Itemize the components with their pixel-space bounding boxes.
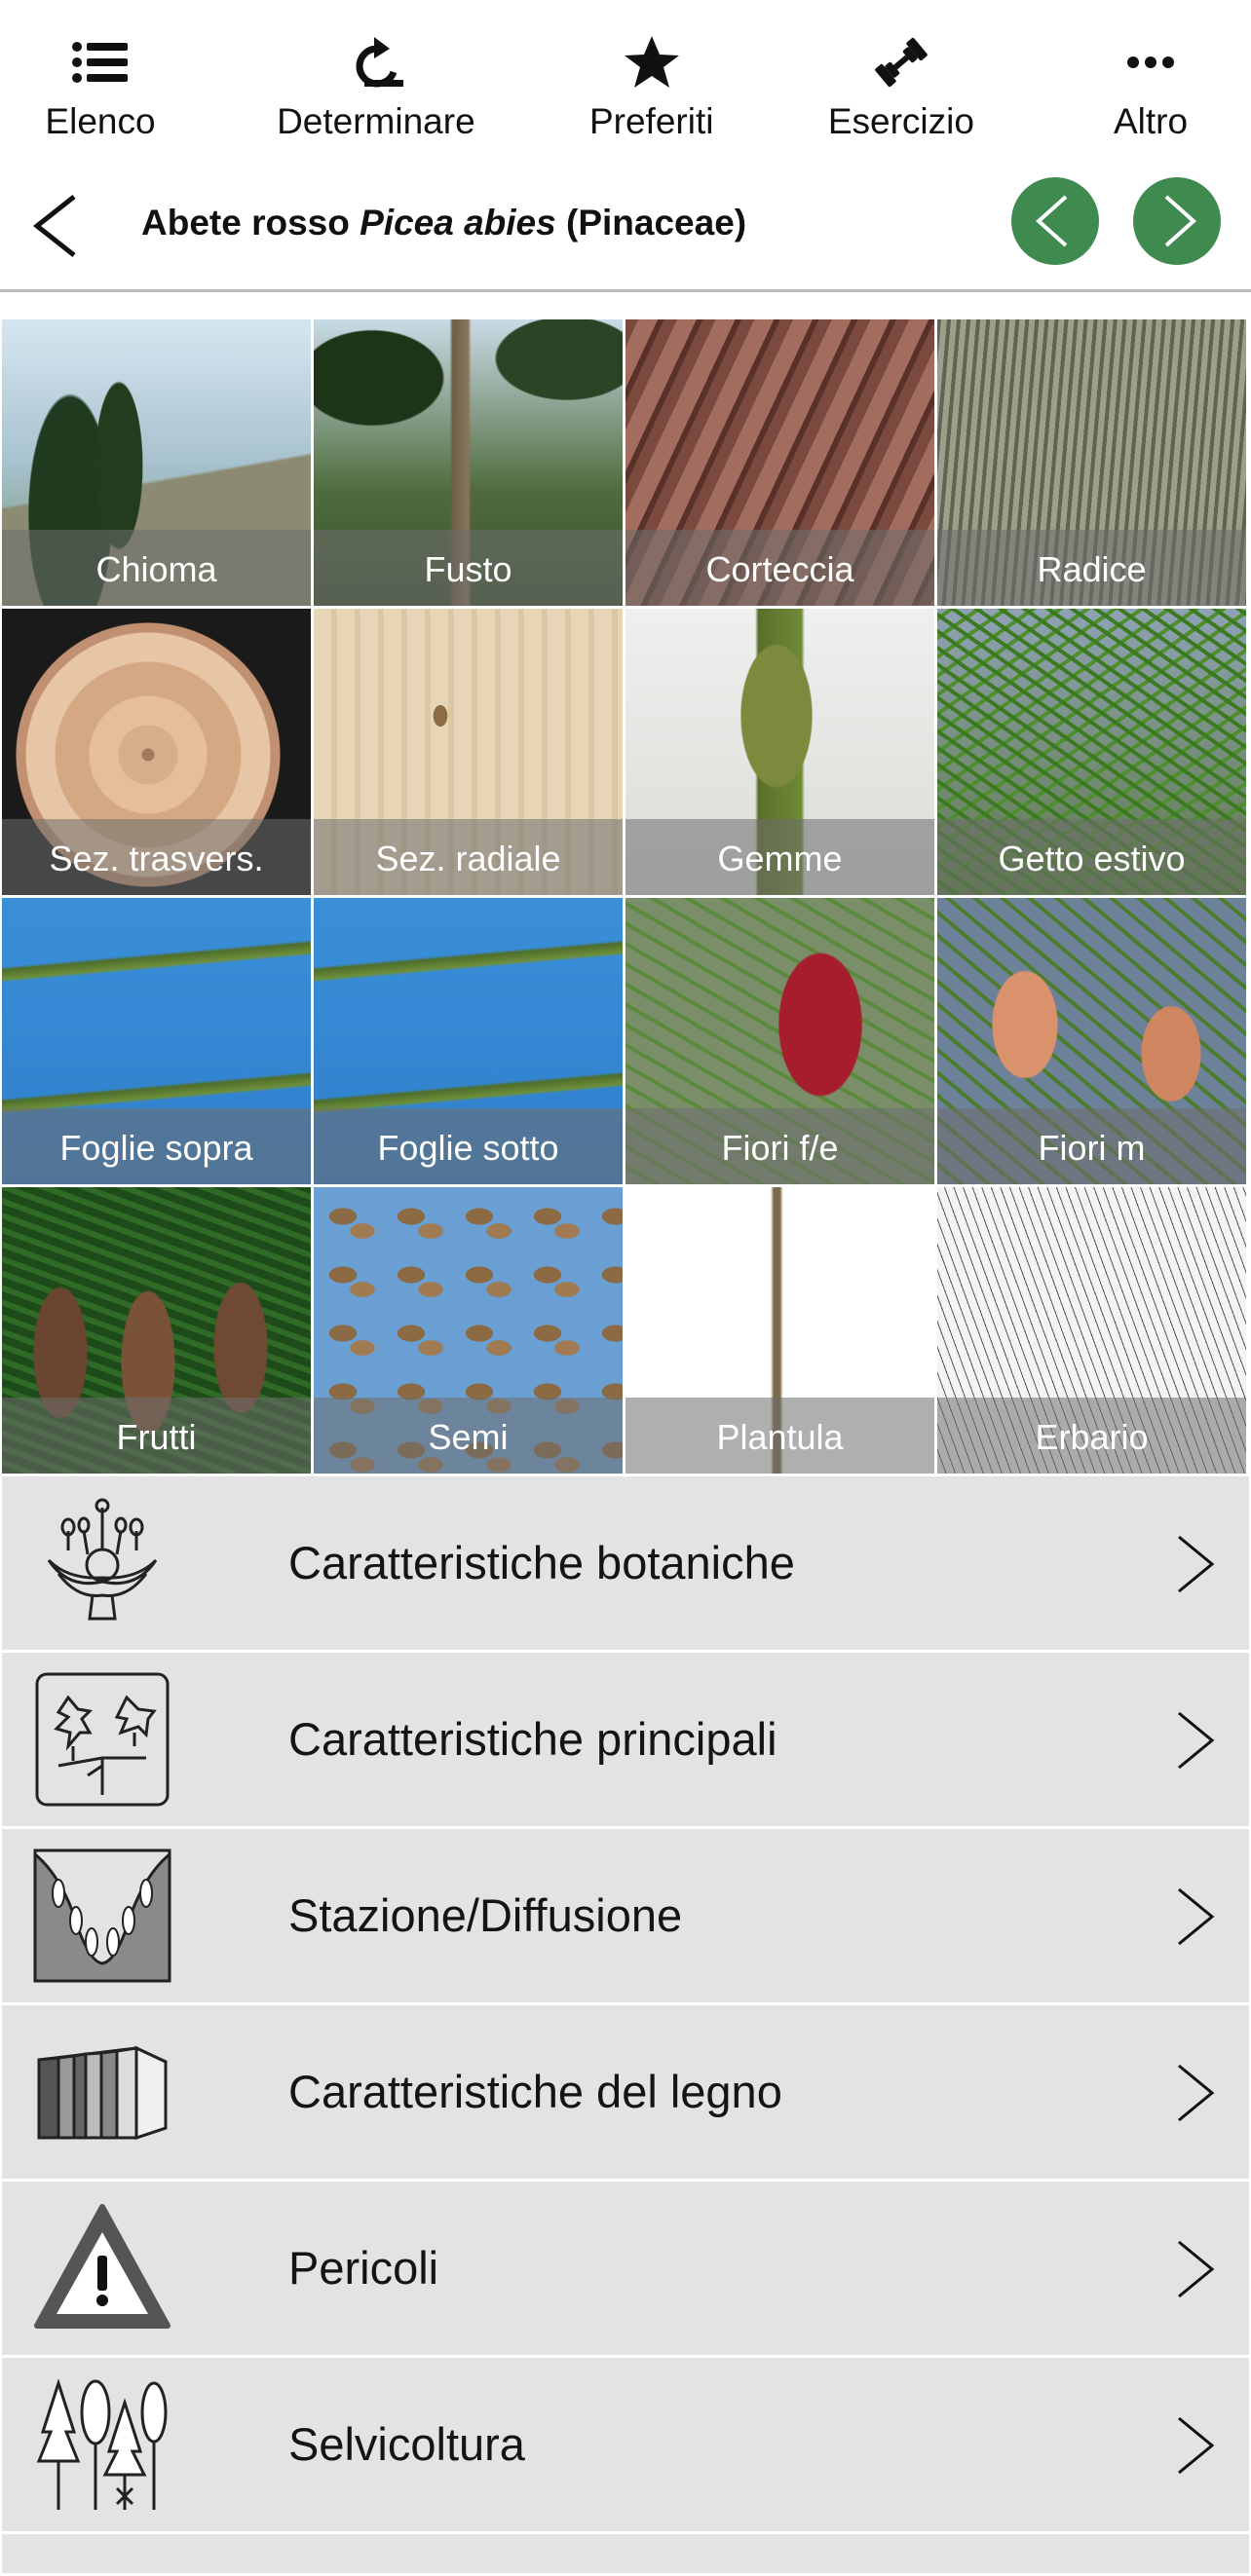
section-label: Caratteristiche del legno [288, 2066, 782, 2117]
gallery-tile-foglie-sotto[interactable]: Foglie sotto [314, 898, 623, 1184]
chevron-right-icon [1164, 195, 1197, 247]
tile-caption: Frutti [2, 1398, 311, 1474]
more-icon [1127, 56, 1174, 68]
photo-gallery: Chioma Fusto Corteccia Radice Sez. trasv… [2, 319, 1249, 1474]
gallery-tile-gemme[interactable]: Gemme [626, 609, 934, 895]
gallery-tile-erbario[interactable]: Erbario [937, 1187, 1246, 1474]
scientific-name: Picea abies [360, 203, 556, 243]
gallery-tile-getto-estivo[interactable]: Getto estivo [937, 609, 1246, 895]
top-toolbar: Elenco Determinare Preferiti Esercizio A… [0, 0, 1251, 156]
tile-caption: Foglie sotto [314, 1108, 623, 1184]
section-selvicoltura[interactable]: Selvicoltura [2, 2358, 1249, 2531]
chevron-right-icon [1178, 1535, 1215, 1593]
chevron-right-icon [1178, 2416, 1215, 2475]
tab-altro[interactable]: Altro [1078, 0, 1224, 142]
trees-icon [36, 2378, 168, 2510]
tile-caption: Plantula [626, 1398, 934, 1474]
gallery-tile-frutti[interactable]: Frutti [2, 1187, 311, 1474]
section-label: Pericoli [288, 2242, 439, 2294]
flower-diagram-icon [47, 1498, 158, 1621]
chevron-left-icon [32, 195, 76, 257]
gallery-tile-sez-trasvers[interactable]: Sez. trasvers. [2, 609, 311, 895]
gallery-tile-radice[interactable]: Radice [937, 319, 1246, 606]
gallery-tile-chioma[interactable]: Chioma [2, 319, 311, 606]
section-caratteristiche-botaniche[interactable]: Caratteristiche botaniche [2, 1476, 1249, 1650]
tile-caption: Fusto [314, 530, 623, 606]
tab-preferiti[interactable]: Preferiti [579, 0, 725, 142]
gallery-tile-fiori-fe[interactable]: Fiori f/e [626, 898, 934, 1184]
gallery-tile-semi[interactable]: Semi [314, 1187, 623, 1474]
tile-caption: Gemme [626, 819, 934, 895]
tile-caption: Sez. radiale [314, 819, 623, 895]
back-button[interactable] [27, 191, 86, 261]
previous-species-button[interactable] [1011, 177, 1099, 265]
valley-icon [33, 1848, 171, 1983]
section-pericoli[interactable]: Pericoli [2, 2182, 1249, 2355]
star-icon [624, 36, 679, 88]
chevron-right-icon [1178, 1887, 1215, 1946]
tile-caption: Radice [937, 530, 1246, 606]
warning-icon [34, 2204, 171, 2329]
tile-caption: Getto estivo [937, 819, 1246, 895]
leaves-icon [35, 1672, 170, 1807]
tab-label: Esercizio [827, 101, 974, 141]
chevron-right-icon [1178, 2240, 1215, 2298]
tile-caption: Erbario [937, 1398, 1246, 1474]
chevron-right-icon [1178, 1711, 1215, 1770]
page-title: Abete rosso Picea abies (Pinaceae) [141, 203, 746, 243]
tile-caption: Corteccia [626, 530, 934, 606]
wood-block-icon [37, 2045, 168, 2141]
gallery-tile-foglie-sopra[interactable]: Foglie sopra [2, 898, 311, 1184]
next-species-button[interactable] [1133, 177, 1221, 265]
section-stazione-diffusione[interactable]: Stazione/Diffusione [2, 1829, 1249, 2002]
section-label: Stazione/Diffusione [288, 1889, 683, 1941]
tab-label: Preferiti [588, 101, 714, 141]
list-icon [72, 42, 128, 83]
section-label: Caratteristiche principali [288, 1713, 777, 1765]
tab-esercizio[interactable]: Esercizio [828, 0, 974, 142]
tab-determinare[interactable]: Determinare [277, 0, 475, 142]
tile-caption: Chioma [2, 530, 311, 606]
tab-label: Determinare [277, 101, 475, 141]
section-label: Selvicoltura [288, 2418, 525, 2470]
tab-label: Elenco [45, 101, 156, 141]
gallery-tile-sez-radiale[interactable]: Sez. radiale [314, 609, 623, 895]
tile-caption: Foglie sopra [2, 1108, 311, 1184]
section-caratteristiche-principali[interactable]: Caratteristiche principali [2, 1653, 1249, 1826]
rotate-icon [356, 37, 403, 88]
tile-caption: Fiori f/e [626, 1108, 934, 1184]
chevron-right-icon [1178, 2064, 1215, 2122]
dumbbell-icon [875, 37, 928, 88]
gallery-tile-fiori-m[interactable]: Fiori m [937, 898, 1246, 1184]
family-name: (Pinaceae) [566, 203, 747, 243]
tile-caption: Semi [314, 1398, 623, 1474]
section-label: Caratteristiche botaniche [288, 1537, 795, 1588]
section-caratteristiche-legno[interactable]: Caratteristiche del legno [2, 2005, 1249, 2179]
gallery-tile-fusto[interactable]: Fusto [314, 319, 623, 606]
tile-caption: Sez. trasvers. [2, 819, 311, 895]
section-partial-next[interactable] [2, 2534, 1249, 2573]
section-list: Caratteristiche botaniche Caratteristich… [2, 1476, 1249, 2576]
gallery-tile-plantula[interactable]: Plantula [626, 1187, 934, 1474]
nav-header: Abete rosso Picea abies (Pinaceae) [0, 166, 1251, 292]
gallery-tile-corteccia[interactable]: Corteccia [626, 319, 934, 606]
tab-elenco[interactable]: Elenco [27, 0, 173, 142]
tab-label: Altro [1113, 101, 1189, 141]
tile-caption: Fiori m [937, 1108, 1246, 1184]
common-name: Abete rosso [141, 203, 350, 243]
chevron-left-icon [1035, 195, 1068, 247]
